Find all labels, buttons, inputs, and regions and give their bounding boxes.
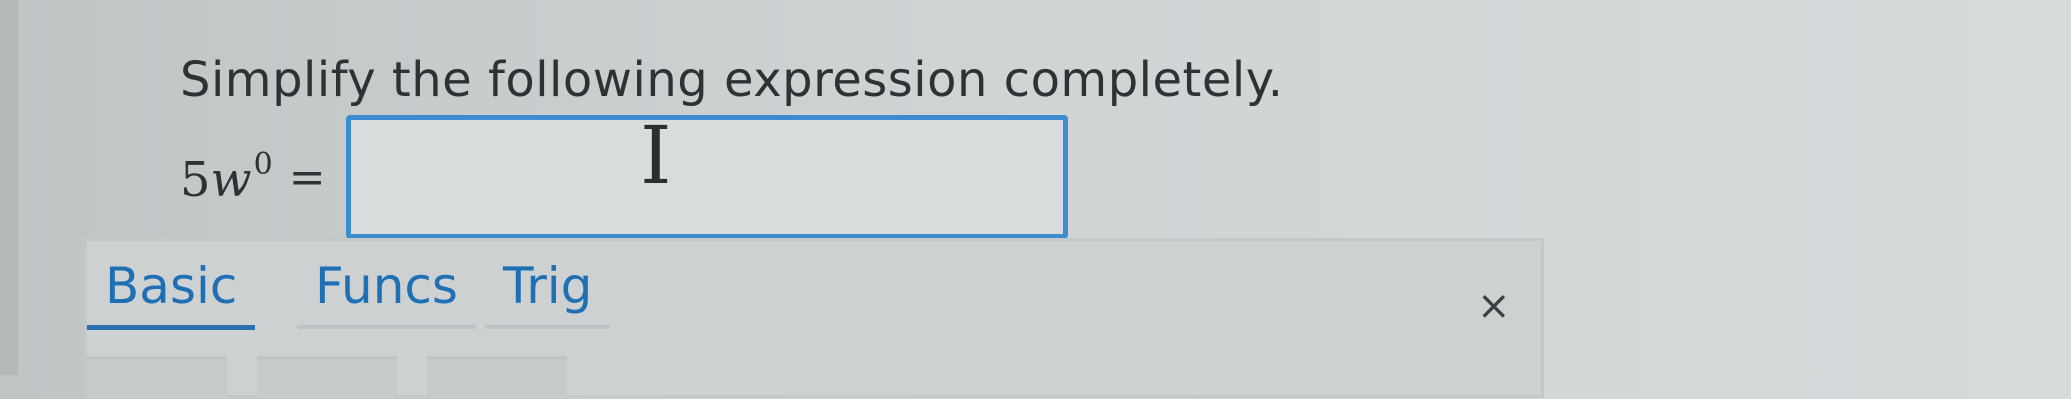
answer-input[interactable] [346,115,1068,239]
close-icon[interactable]: × [1477,283,1511,329]
expression-label: 5w0 [180,147,273,208]
equals-sign: = [288,151,326,203]
expression-exponent: 0 [253,146,273,182]
math-keyboard-panel: Basic Funcs Trig × [84,238,1544,399]
text-cursor-icon: I [640,109,672,202]
keyboard-key[interactable] [427,356,567,399]
keyboard-key[interactable] [87,356,227,399]
tab-basic[interactable]: Basic [87,257,256,330]
expression-variable: w [210,151,252,208]
keyboard-key[interactable] [257,356,397,399]
tab-funcs[interactable]: Funcs [297,257,476,329]
expression-row: 5w0 = [180,112,340,242]
question-prompt: Simplify the following expression comple… [180,52,1284,108]
tab-trig[interactable]: Trig [485,257,611,329]
expression-coefficient: 5 [180,151,211,208]
key-row [87,356,567,399]
page-edge [0,0,18,375]
